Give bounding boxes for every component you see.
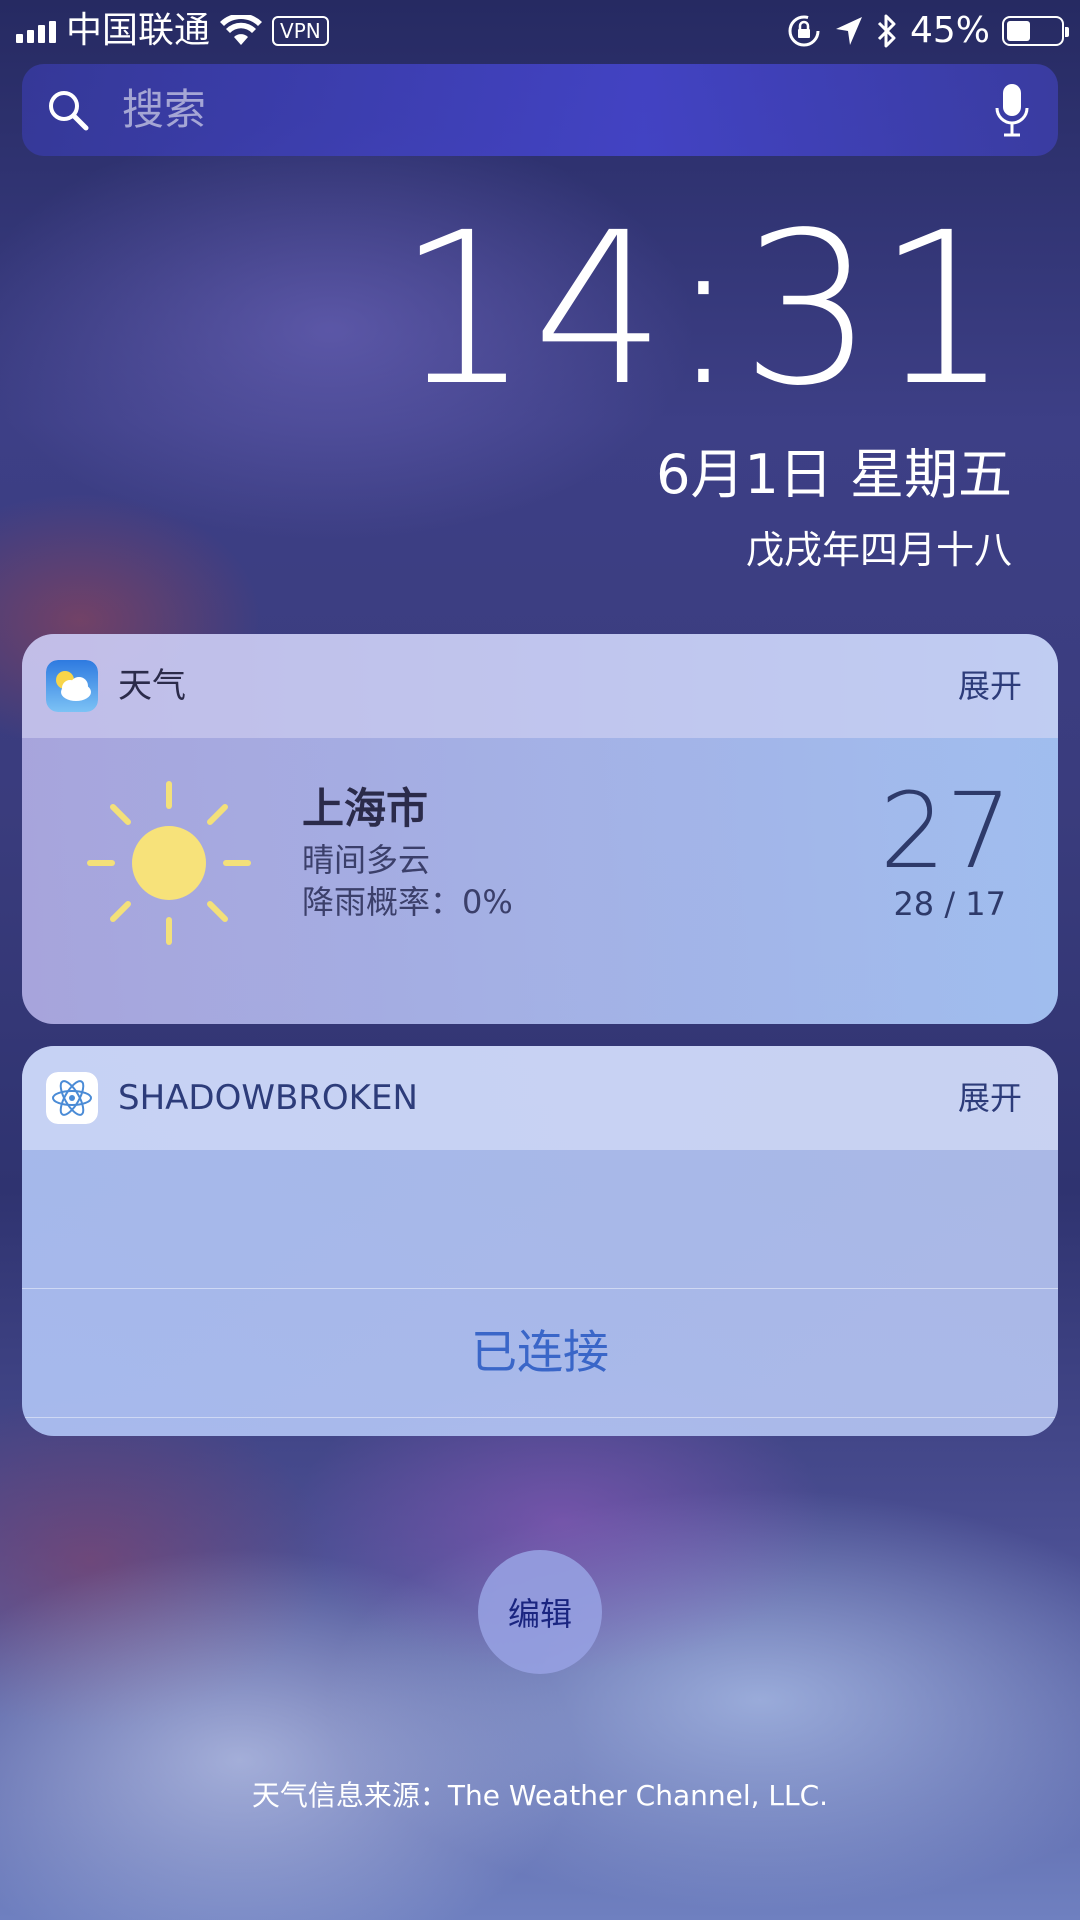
connection-status[interactable]: 已连接	[22, 1319, 1058, 1385]
current-temperature: 27	[879, 770, 1012, 892]
atom-app-icon	[46, 1072, 98, 1124]
weather-source-credit: 天气信息来源：The Weather Channel, LLC.	[251, 1779, 829, 1812]
weather-expand-button[interactable]: 展开	[958, 658, 1022, 714]
sun-icon	[87, 781, 251, 945]
shadowbroken-widget-header: SHADOWBROKEN 展开	[22, 1046, 1058, 1150]
shadowbroken-widget-title: SHADOWBROKEN	[118, 1078, 418, 1118]
microphone-icon[interactable]	[994, 82, 1030, 138]
rain-probability: 降雨概率：0%	[302, 883, 513, 921]
lockscreen-time: 14:31	[396, 187, 1012, 432]
connection-toggle-row[interactable]: 已连接	[22, 1288, 1058, 1418]
battery-percentage: 45%	[909, 10, 990, 51]
weather-app-icon	[46, 660, 98, 712]
bluetooth-icon	[877, 14, 896, 48]
temperature-range: 28 / 17	[893, 885, 1006, 923]
wifi-icon	[220, 15, 263, 45]
status-bar: 中国联通 VPN 45%	[0, 0, 1080, 62]
status-bar-left: 中国联通 VPN	[16, 6, 329, 56]
location-icon	[835, 17, 862, 45]
search-icon	[49, 91, 89, 131]
shadowbroken-widget-body: 已连接	[22, 1150, 1058, 1436]
weather-widget-title: 天气	[118, 666, 186, 706]
lunar-date: 戊戌年四月十八	[745, 528, 1012, 572]
cellular-signal-icon	[16, 19, 56, 43]
search-input[interactable]: 搜索	[122, 82, 206, 138]
lockscreen-date: 6月1日 星期五	[656, 443, 1012, 506]
weather-widget[interactable]: 天气 展开 上海市 晴间多云 降雨概率：0% 27 28 / 17	[22, 634, 1058, 1024]
edit-button[interactable]: 编辑	[478, 1550, 602, 1674]
search-bar[interactable]: 搜索	[22, 64, 1058, 156]
carrier-name: 中国联通	[66, 10, 211, 51]
status-bar-right: 45%	[786, 6, 1069, 56]
weather-condition: 晴间多云	[302, 841, 431, 879]
vpn-badge: VPN	[272, 16, 329, 46]
battery-level	[1007, 21, 1030, 41]
shadowbroken-widget[interactable]: SHADOWBROKEN 展开 已连接	[22, 1046, 1058, 1436]
rotation-lock-icon	[788, 15, 820, 47]
weather-city: 上海市	[302, 784, 429, 833]
shadowbroken-expand-button[interactable]: 展开	[958, 1070, 1022, 1126]
weather-widget-body: 上海市 晴间多云 降雨概率：0% 27 28 / 17	[22, 738, 1058, 1024]
weather-widget-header: 天气 展开	[22, 634, 1058, 738]
battery-icon	[1002, 16, 1069, 46]
